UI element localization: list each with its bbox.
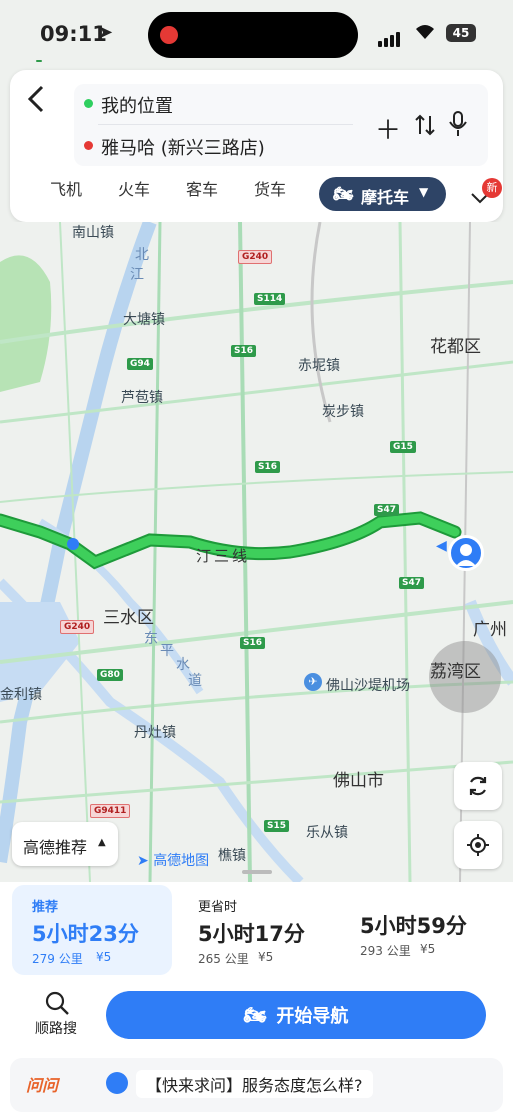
mode-train[interactable]: 火车 [118, 176, 150, 200]
road-shield: S47 [374, 504, 400, 516]
motorcycle-icon: 🏍 [243, 1004, 267, 1026]
route-cost: ¥5 [96, 950, 112, 964]
mode-motorcycle[interactable]: 🏍 摩托车 ▼ [319, 177, 446, 211]
mode-plane[interactable]: 飞机 [50, 176, 82, 200]
map-label: 荔湾区 [430, 662, 481, 682]
user-location-avatar[interactable] [448, 535, 484, 571]
route-tag: 更省时 [198, 900, 238, 915]
map-label: 佛山市 [333, 771, 384, 791]
battery-icon: 45 [446, 24, 476, 42]
motorcycle-icon: 🏍 [333, 184, 354, 203]
microphone-icon[interactable] [448, 110, 468, 142]
destination-field[interactable]: 雅马哈 (新兴三路店) [101, 134, 265, 160]
route-time: 5小时59分 [360, 914, 467, 938]
route-cost: ¥5 [258, 950, 274, 964]
locate-me-button[interactable] [454, 821, 502, 869]
map-label: 丹灶镇 [134, 725, 176, 741]
route-cost: ¥5 [420, 942, 436, 956]
route-distance: 265 公里 [198, 952, 249, 966]
back-icon[interactable] [26, 84, 46, 122]
cellular-signal-icon [378, 28, 402, 47]
river-label: 江 [130, 267, 144, 283]
airport-icon: ✈ [304, 673, 322, 691]
map-label: 佛山沙堤机场 [326, 678, 410, 694]
destination-dot-icon [84, 141, 93, 150]
recommend-label: 高德推荐 [23, 838, 88, 857]
road-shield [36, 60, 42, 62]
river-label: 平 [160, 643, 174, 659]
road-shield: G240 [238, 250, 273, 264]
map-label: 芦苞镇 [121, 390, 163, 406]
map-label: 樵镇 [218, 848, 246, 864]
add-waypoint-icon[interactable]: ＋ [375, 110, 401, 147]
drag-handle[interactable] [242, 870, 272, 874]
refresh-route-button[interactable] [454, 762, 502, 810]
destination-arrow-icon: ◀ [436, 538, 447, 554]
recording-indicator-icon [160, 26, 178, 44]
swap-icon[interactable] [414, 112, 436, 142]
location-arrow-icon: ➤ [98, 22, 114, 43]
road-shield: S114 [254, 293, 286, 305]
route-tag: 推荐 [32, 900, 59, 915]
new-badge: 新 [482, 178, 502, 198]
map-label: 金利镇 [0, 687, 42, 703]
map-view[interactable]: 南山镇 大塘镇 芦苞镇 赤坭镇 炭步镇 花都区 三水区 广州 荔湾区 金利镇 丹… [0, 60, 513, 882]
status-bar: 09:11 ➤ 45 [0, 0, 513, 70]
river-label: 道 [188, 673, 202, 689]
mode-motorcycle-label: 摩托车 [361, 188, 410, 207]
origin-field[interactable]: 我的位置 [101, 92, 173, 118]
amap-logo-icon: ➤ [137, 853, 149, 869]
road-shield: S47 [399, 577, 425, 589]
road-shield: S16 [231, 345, 257, 357]
river-label: 东 [144, 631, 158, 647]
road-shield: G15 [390, 441, 416, 453]
origin-dot-icon [84, 99, 93, 108]
road-shield: G9411 [90, 804, 131, 818]
mode-coach[interactable]: 客车 [186, 176, 218, 200]
map-label: 赤坭镇 [298, 358, 340, 374]
ask-bar[interactable]: 问问 【快来求问】服务态度怎么样? [10, 1058, 503, 1112]
road-shield: S15 [264, 820, 290, 832]
route-distance: 279 公里 [32, 952, 83, 966]
caret-up-icon: ▲ [98, 837, 106, 848]
ask-question: 【快来求问】服务态度怎么样? [136, 1070, 373, 1098]
ask-brand: 问问 [26, 1076, 59, 1095]
road-shield: G94 [127, 358, 153, 370]
route-distance: 293 公里 [360, 944, 411, 958]
map-label: 南山镇 [72, 225, 114, 241]
map-label: 花都区 [430, 337, 481, 357]
route-time: 5小时23分 [32, 922, 139, 946]
road-shield: G240 [60, 620, 95, 634]
river-label: 北 [135, 247, 149, 263]
start-navigation-button[interactable]: 🏍 开始导航 [106, 991, 486, 1039]
recommend-dropdown[interactable]: 高德推荐 ▲ [12, 822, 118, 866]
road-shield: G80 [97, 669, 123, 681]
divider [98, 124, 353, 125]
route-name-label: 汀三线 [196, 547, 251, 565]
mode-truck[interactable]: 货车 [254, 176, 286, 200]
along-search-label: 顺路搜 [35, 1021, 77, 1037]
map-label: 大塘镇 [123, 312, 165, 328]
assistant-avatar [106, 1072, 128, 1094]
amap-logo: ➤ 高德地图 [137, 850, 209, 870]
road-shield: S16 [255, 461, 281, 473]
dropdown-caret-icon: ▼ [419, 185, 429, 199]
amap-logo-text: 高德地图 [153, 853, 210, 869]
route-time: 5小时17分 [198, 922, 305, 946]
search-icon [45, 991, 69, 1015]
dynamic-island [148, 12, 358, 58]
along-route-search-button[interactable]: 顺路搜 [30, 990, 86, 1040]
map-label: 乐从镇 [306, 825, 348, 841]
road-shield: S16 [240, 637, 266, 649]
map-label: 广州 [473, 620, 507, 640]
wifi-icon [414, 22, 436, 47]
map-label: 炭步镇 [322, 404, 364, 420]
start-navigation-label: 开始导航 [276, 1006, 349, 1027]
map-label: 三水区 [103, 608, 154, 628]
status-time: 09:11 [40, 22, 107, 46]
